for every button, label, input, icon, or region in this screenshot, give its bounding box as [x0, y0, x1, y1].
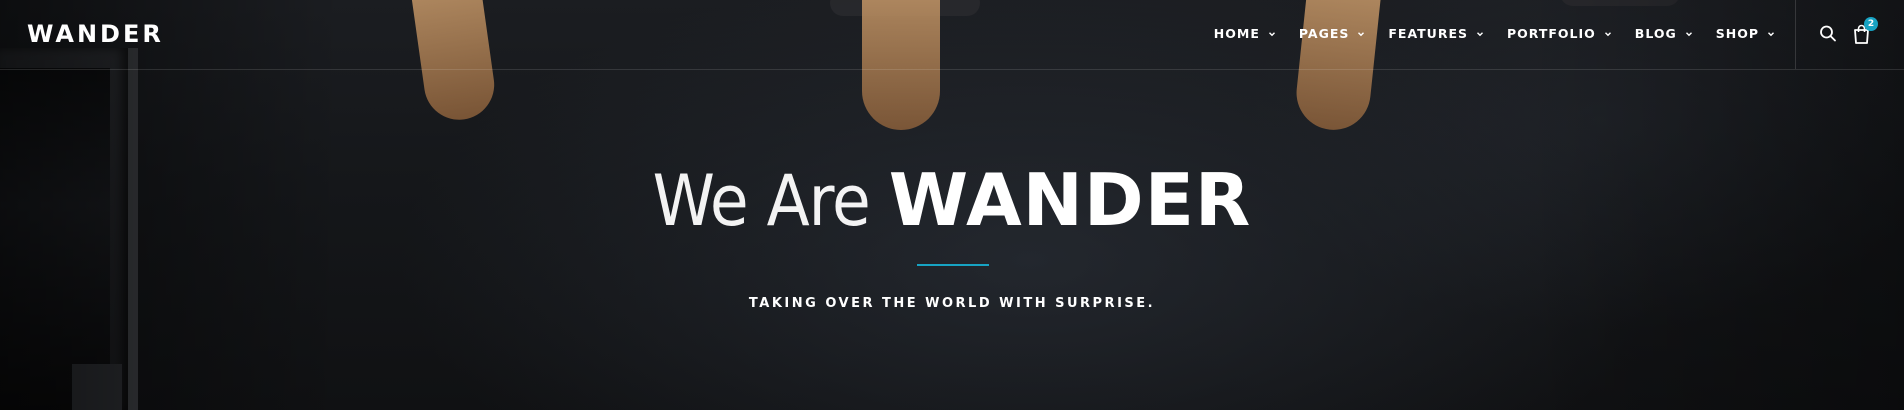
nav-item-label: FEATURES [1388, 26, 1468, 41]
chevron-down-icon [1685, 32, 1692, 37]
cart-count-badge: 2 [1864, 17, 1878, 31]
headline-light-text: We Are [652, 160, 871, 242]
chevron-down-icon [1268, 32, 1275, 37]
site-logo[interactable]: WANDER [27, 20, 164, 48]
chevron-down-icon [1768, 32, 1774, 37]
site-header: WANDER HOME PAGES FEATURES PORTFOLIO BLO… [0, 0, 1904, 70]
chevron-down-icon [1358, 32, 1365, 37]
accent-divider [917, 264, 989, 266]
nav-item-features[interactable]: FEATURES [1388, 24, 1485, 44]
nav-item-label: BLOG [1634, 26, 1677, 41]
chevron-down-icon [1477, 32, 1483, 37]
nav-item-portfolio[interactable]: PORTFOLIO [1507, 24, 1613, 44]
chevron-down-icon [1604, 32, 1611, 37]
nav-item-home[interactable]: HOME [1214, 24, 1277, 44]
background-frame-base [72, 364, 122, 410]
nav-item-shop[interactable]: SHOP [1716, 24, 1776, 44]
nav-item-label: HOME [1213, 26, 1260, 41]
main-navigation: HOME PAGES FEATURES PORTFOLIO BLOG SHOP [1192, 24, 1776, 44]
nav-item-label: PORTFOLIO [1507, 26, 1596, 41]
hero-headline: We Are WANDER [0, 160, 1904, 241]
hero-section: WANDER HOME PAGES FEATURES PORTFOLIO BLO… [0, 0, 1904, 410]
nav-item-pages[interactable]: PAGES [1299, 24, 1367, 44]
nav-item-blog[interactable]: BLOG [1635, 24, 1694, 44]
header-divider [1795, 0, 1796, 69]
hero-tagline: TAKING OVER THE WORLD WITH SURPRISE. [748, 296, 1156, 311]
search-icon[interactable] [1818, 23, 1838, 45]
nav-item-label: PAGES [1298, 26, 1350, 41]
nav-item-label: SHOP [1715, 26, 1759, 41]
headline-bold-text: WANDER [888, 158, 1252, 242]
